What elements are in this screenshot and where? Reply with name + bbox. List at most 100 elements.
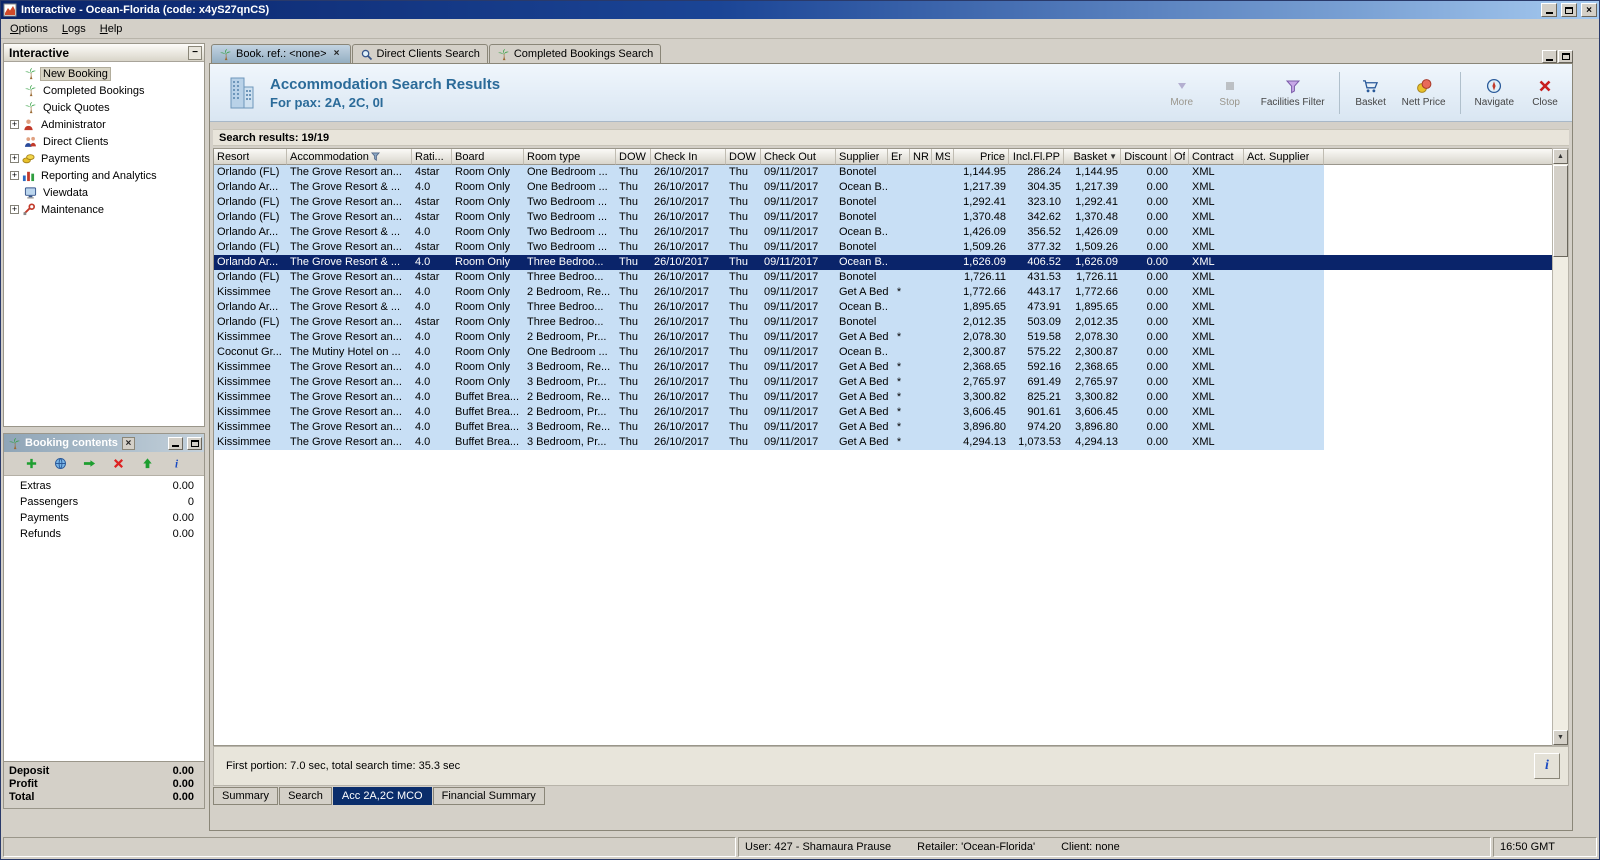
bottom-tab-acc-2a-2c-mco[interactable]: Acc 2A,2C MCO [332, 787, 432, 805]
column-header-check-out[interactable]: Check Out [761, 149, 836, 165]
result-row[interactable]: Kissimmee The Grove Resort an... 4.0 Room O… [214, 375, 1552, 390]
sidebar-item-viewdata[interactable]: Viewdata [6, 184, 202, 201]
column-header-board[interactable]: Board [452, 149, 524, 165]
bottom-tab-search[interactable]: Search [279, 787, 332, 805]
result-row[interactable]: Orlando (FL) The Grove Resort an... 4star R… [214, 210, 1552, 225]
basket-button[interactable]: Basket [1354, 78, 1388, 108]
vertical-scrollbar[interactable]: ▲ ▼ [1552, 148, 1569, 746]
nett-price-button[interactable]: Nett Price [1402, 78, 1446, 108]
result-row[interactable]: Orlando (FL) The Grove Resort an... 4star R… [214, 315, 1552, 330]
window-maximize-button[interactable] [1561, 3, 1577, 17]
tab-book-ref-none[interactable]: Book. ref.: <none> × [211, 44, 351, 63]
bottom-tab-financial-summary[interactable]: Financial Summary [432, 787, 545, 805]
expand-icon[interactable]: + [10, 205, 19, 214]
table-cell: The Grove Resort an... [290, 406, 402, 418]
column-filter-icon[interactable] [370, 152, 380, 161]
sidebar-item-maintenance[interactable]: + Maintenance [6, 201, 202, 218]
result-row[interactable]: Kissimmee The Grove Resort an... 4.0 Buffet… [214, 390, 1552, 405]
table-cell: 2,012.35 [963, 316, 1006, 328]
up-button[interactable] [139, 455, 157, 473]
column-header-ms[interactable]: MS [932, 149, 954, 165]
sidebar-item-payments[interactable]: + Payments [6, 150, 202, 167]
table-cell: Thu [619, 406, 638, 418]
status-user: User: 427 - Shamaura Prause [745, 841, 892, 853]
result-row[interactable]: Orlando Ar... The Grove Resort & ... 4.0 Ro… [214, 225, 1552, 240]
booking-contents-maximize-button[interactable] [187, 436, 202, 450]
scroll-down-icon[interactable]: ▼ [1553, 730, 1568, 745]
column-header-accommodation[interactable]: Accommodation [287, 149, 412, 165]
result-row[interactable]: Kissimmee The Grove Resort an... 4.0 Room O… [214, 330, 1552, 345]
mdi-maximize-button[interactable] [1558, 50, 1573, 63]
result-row[interactable]: Orlando Ar... The Grove Resort & ... 4.0 Ro… [214, 300, 1552, 315]
booking-contents-close-icon[interactable]: × [121, 436, 135, 450]
sidebar-item-new-booking[interactable]: New Booking [6, 65, 202, 82]
table-cell: 342.62 [1027, 211, 1061, 223]
column-header-supplier[interactable]: Supplier [836, 149, 888, 165]
column-header-price[interactable]: Price [954, 149, 1009, 165]
palm-icon [497, 48, 510, 61]
close-button[interactable]: Close [1528, 78, 1562, 108]
column-header-dow[interactable]: DOW [616, 149, 651, 165]
panel-collapse-button[interactable]: − [188, 45, 202, 60]
window-close-button[interactable]: × [1581, 3, 1597, 17]
navigate-button[interactable]: Navigate [1475, 78, 1514, 108]
table-cell [1171, 420, 1189, 435]
column-header-contract[interactable]: Contract [1189, 149, 1244, 165]
sidebar-item-direct-clients[interactable]: Direct Clients [6, 133, 202, 150]
menu-logs[interactable]: Logs [55, 21, 93, 37]
column-header-check-in[interactable]: Check In [651, 149, 726, 165]
sidebar-item-administrator[interactable]: + Administrator [6, 116, 202, 133]
column-header-incl-fl-pp[interactable]: Incl.Fl.PP [1009, 149, 1064, 165]
scrollbar-thumb[interactable] [1553, 165, 1568, 257]
column-header-room-type[interactable]: Room type [524, 149, 616, 165]
sidebar-item-quick-quotes[interactable]: Quick Quotes [6, 99, 202, 116]
sidebar-item-completed-bookings[interactable]: Completed Bookings [6, 82, 202, 99]
expand-icon[interactable]: + [10, 120, 19, 129]
result-row[interactable]: Kissimmee The Grove Resort an... 4.0 Buffet… [214, 405, 1552, 420]
result-row[interactable]: Kissimmee The Grove Resort an... 4.0 Buffet… [214, 435, 1552, 450]
bottom-tab-summary[interactable]: Summary [213, 787, 279, 805]
result-row[interactable]: Kissimmee The Grove Resort an... 4.0 Buffet… [214, 420, 1552, 435]
column-header-nr[interactable]: NR [910, 149, 932, 165]
column-header-dow[interactable]: DOW [726, 149, 761, 165]
menu-options[interactable]: Options [3, 21, 55, 37]
result-row[interactable]: Kissimmee The Grove Resort an... 4.0 Room O… [214, 285, 1552, 300]
globe-button[interactable] [52, 455, 70, 473]
table-cell [1244, 240, 1324, 255]
column-header-discount[interactable]: Discount [1121, 149, 1171, 165]
column-header-basket[interactable]: Basket ▼ [1064, 149, 1121, 165]
column-header-er[interactable]: Er [888, 149, 910, 165]
result-row[interactable]: Orlando Ar... The Grove Resort & ... 4.0 Ro… [214, 255, 1552, 270]
expand-icon[interactable]: + [10, 154, 19, 163]
expand-icon[interactable]: + [10, 171, 19, 180]
window-minimize-button[interactable] [1541, 3, 1557, 17]
result-row[interactable]: Kissimmee The Grove Resort an... 4.0 Room O… [214, 360, 1552, 375]
menu-help[interactable]: Help [93, 21, 130, 37]
result-row[interactable]: Orlando (FL) The Grove Resort an... 4star R… [214, 270, 1552, 285]
result-row[interactable]: Orlando (FL) The Grove Resort an... 4star R… [214, 165, 1552, 180]
result-row[interactable]: Coconut Gr... The Mutiny Hotel on ... 4.0 R… [214, 345, 1552, 360]
result-row[interactable]: Orlando (FL) The Grove Resort an... 4star R… [214, 240, 1552, 255]
column-header-resort[interactable]: Resort [214, 149, 287, 165]
booking-contents-minimize-button[interactable] [168, 436, 183, 450]
delete-button[interactable] [110, 455, 128, 473]
column-header-rati[interactable]: Rati... [412, 149, 452, 165]
transfer-button[interactable] [81, 455, 99, 473]
result-row[interactable]: Orlando Ar... The Grove Resort & ... 4.0 Ro… [214, 180, 1552, 195]
table-cell: * [896, 331, 902, 343]
scroll-up-icon[interactable]: ▲ [1553, 149, 1568, 164]
mdi-minimize-button[interactable] [1542, 50, 1557, 63]
booking-item-refunds: Refunds 0.00 [20, 528, 194, 540]
column-header-act-supplier[interactable]: Act. Supplier [1244, 149, 1324, 165]
tab-completed-bookings-search[interactable]: Completed Bookings Search [488, 44, 662, 63]
result-row[interactable]: Orlando (FL) The Grove Resort an... 4star R… [214, 195, 1552, 210]
sidebar-item-reporting-and-analytics[interactable]: + Reporting and Analytics [6, 167, 202, 184]
column-header-of[interactable]: Of [1171, 149, 1189, 165]
table-cell: 26/10/2017 [654, 376, 710, 388]
facilities-filter-button[interactable]: Facilities Filter [1261, 78, 1325, 108]
info-button[interactable]: i [1534, 753, 1560, 779]
tab-close-icon[interactable]: × [331, 48, 343, 60]
tab-direct-clients-search[interactable]: Direct Clients Search [351, 44, 488, 63]
add-button[interactable] [23, 455, 41, 473]
info-button[interactable]: i [168, 455, 186, 473]
